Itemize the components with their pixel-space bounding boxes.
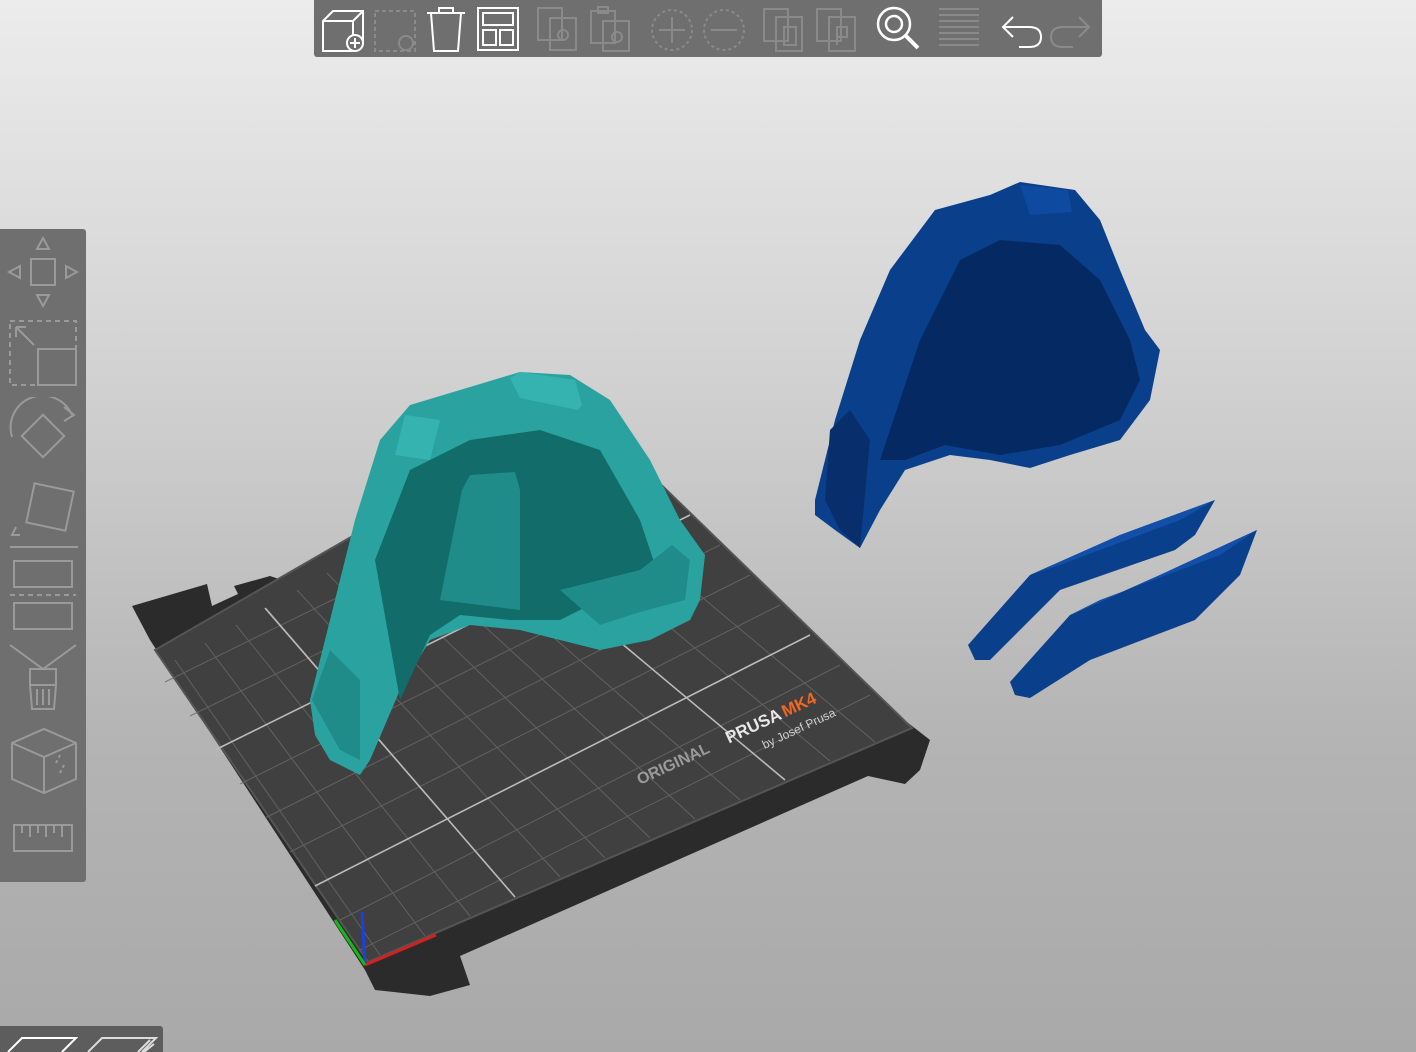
3d-scene-canvas[interactable]: ORIGINAL PRUSA MK4 by Josef Prusa: [0, 0, 1416, 1052]
split-objects-icon: [763, 8, 803, 52]
redo-icon: [1049, 16, 1091, 48]
search-icon: [876, 6, 920, 50]
minus-circle-icon: [703, 9, 745, 51]
redo-button[interactable]: [1047, 3, 1097, 53]
3d-editor-icon: [7, 1037, 78, 1052]
place-on-face-icon: [10, 482, 78, 548]
blue-fin-parts-model[interactable]: [968, 500, 1257, 698]
paste-button[interactable]: [586, 3, 636, 53]
seam-tool[interactable]: [4, 721, 82, 797]
add-instance-button[interactable]: [647, 3, 697, 53]
scale-icon: [9, 320, 77, 386]
undo-button[interactable]: [995, 3, 1045, 53]
rotate-icon: [9, 397, 76, 459]
3d-view-tab[interactable]: [4, 1030, 78, 1052]
arrange-icon: [477, 7, 519, 51]
paste-icon: [590, 6, 630, 52]
paint-tool[interactable]: [4, 639, 82, 715]
trash-icon: [427, 7, 465, 52]
cut-icon: [10, 560, 76, 630]
rotate-tool[interactable]: [4, 397, 82, 469]
blue-helmet-model[interactable]: [815, 182, 1160, 548]
cut-tool[interactable]: [4, 557, 82, 633]
delete-button[interactable]: [370, 3, 420, 53]
ruler-icon: [13, 824, 73, 852]
move-icon: [6, 235, 80, 309]
view-switcher: [0, 1026, 163, 1052]
preview-tab[interactable]: [84, 1030, 158, 1052]
layers-icon: [939, 8, 979, 46]
preview-icon: [87, 1037, 158, 1052]
seam-cube-icon: [11, 727, 77, 795]
arrange-button[interactable]: [473, 3, 523, 53]
search-button[interactable]: [873, 3, 923, 53]
gizmo-toolbar: [0, 229, 86, 882]
split-parts-button[interactable]: [813, 3, 863, 53]
add-object-button[interactable]: [318, 3, 368, 53]
paint-brush-icon: [9, 644, 77, 710]
layers-button[interactable]: [934, 3, 984, 53]
plus-circle-icon: [651, 9, 693, 51]
scale-tool[interactable]: [4, 315, 82, 391]
split-objects-button[interactable]: [760, 3, 810, 53]
measure-tool[interactable]: [4, 813, 82, 863]
cube-add-icon: [322, 10, 364, 52]
split-parts-icon: [816, 8, 856, 52]
copy-button[interactable]: [533, 3, 583, 53]
move-tool[interactable]: [4, 235, 82, 309]
place-on-face-tool[interactable]: [4, 475, 82, 551]
delete-all-button[interactable]: [421, 3, 471, 53]
top-toolbar: [314, 0, 1102, 57]
remove-instance-button[interactable]: [699, 3, 749, 53]
undo-icon: [1001, 16, 1043, 48]
copy-icon: [537, 7, 577, 51]
delete-selection-icon: [374, 10, 416, 52]
